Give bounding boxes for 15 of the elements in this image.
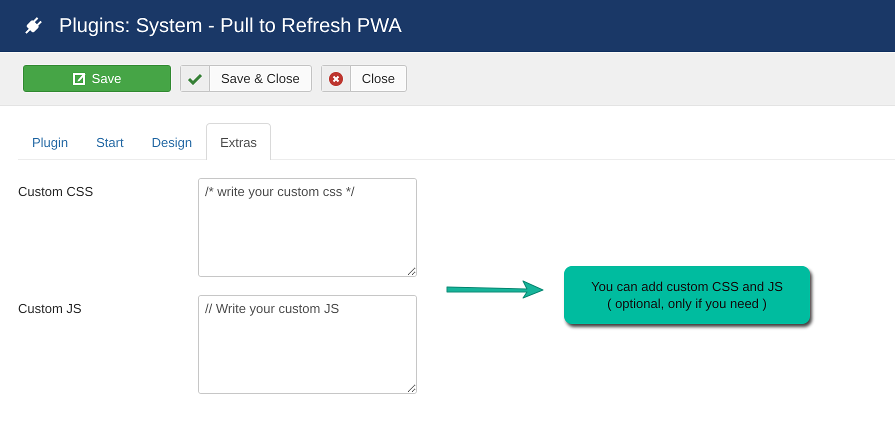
save-close-button[interactable]: Save & Close bbox=[180, 65, 312, 92]
edit-icon bbox=[72, 72, 86, 85]
field-label: Custom JS bbox=[18, 300, 83, 316]
page-title: Plugins: System - Pull to Refresh PWA bbox=[59, 14, 402, 38]
tab[interactable]: Extras bbox=[206, 123, 271, 160]
field-label: Custom CSS bbox=[18, 183, 94, 199]
code-field[interactable]: /* write your custom css */ bbox=[198, 178, 417, 277]
callout-note: You can add custom CSS and JS ( optional, only if you need ) bbox=[564, 266, 810, 324]
check-icon bbox=[188, 72, 202, 84]
cancel-icon bbox=[328, 72, 343, 86]
close-button[interactable]: Close bbox=[320, 65, 408, 92]
tab[interactable]: Plugin bbox=[18, 123, 82, 160]
tab[interactable]: Start bbox=[82, 123, 138, 160]
tab[interactable]: Design bbox=[138, 123, 206, 160]
code-field[interactable]: // Write your custom JS bbox=[198, 295, 417, 394]
